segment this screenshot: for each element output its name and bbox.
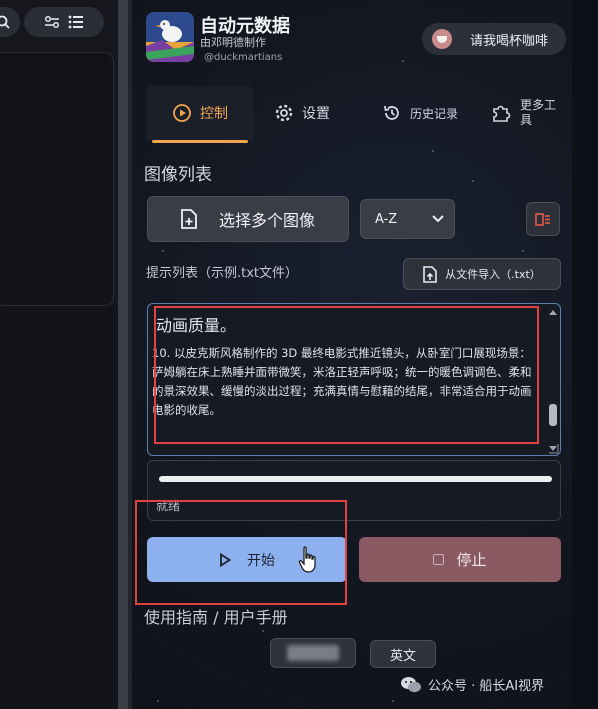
file-add-icon bbox=[181, 209, 197, 229]
prompt-heading-text: 动画质量。 bbox=[156, 316, 237, 335]
stop-button[interactable]: 停止 bbox=[359, 537, 561, 582]
search-button[interactable] bbox=[0, 7, 20, 37]
tab-control[interactable]: 控制 bbox=[146, 86, 254, 143]
gear-icon bbox=[275, 104, 293, 122]
duck-logo-icon bbox=[146, 12, 194, 62]
active-tab-indicator bbox=[152, 140, 248, 143]
filter-icon[interactable] bbox=[44, 15, 60, 29]
page-scrollbar[interactable] bbox=[572, 0, 598, 709]
tab-settings[interactable]: 设置 bbox=[266, 86, 366, 140]
tab-more-tools-label: 更多工具 bbox=[520, 98, 557, 127]
trash-list-icon bbox=[535, 213, 550, 226]
left-lower-area bbox=[0, 306, 118, 709]
sort-order-value: A-Z bbox=[375, 211, 398, 227]
prompt-scrollbar[interactable] bbox=[548, 308, 558, 453]
sort-order-select[interactable]: A-Z bbox=[360, 199, 455, 239]
watermark-text: 公众号 · 船长AI视界 bbox=[428, 679, 545, 694]
watermark: 公众号 · 船长AI视界 bbox=[400, 675, 544, 694]
list-icon[interactable] bbox=[68, 15, 84, 29]
resize-grip-icon[interactable] bbox=[549, 444, 559, 454]
tab-settings-label: 设置 bbox=[302, 106, 330, 122]
buy-coffee-button[interactable]: 请我喝杯咖啡 bbox=[422, 23, 566, 55]
image-list-title: 图像列表 bbox=[144, 165, 212, 185]
tab-more-tools[interactable]: 更多工具 bbox=[490, 86, 570, 140]
scroll-up-icon[interactable] bbox=[549, 310, 557, 315]
left-tools-group bbox=[24, 7, 104, 37]
app-logo bbox=[146, 12, 194, 62]
file-upload-icon bbox=[423, 265, 437, 283]
clear-images-button[interactable] bbox=[526, 202, 560, 236]
wechat-icon bbox=[401, 676, 421, 692]
import-from-file-button[interactable]: 从文件导入（.txt） bbox=[403, 258, 561, 290]
choose-images-label: 选择多个图像 bbox=[218, 211, 315, 230]
puzzle-icon bbox=[493, 105, 511, 122]
choose-images-button[interactable]: 选择多个图像 bbox=[147, 196, 349, 242]
left-pane bbox=[0, 0, 118, 709]
english-guide-label: 英文 bbox=[389, 648, 416, 664]
app-header: 自动元数据 由邓明德制作 @duckmartians 请我喝杯咖啡 bbox=[146, 8, 576, 68]
chevron-down-icon bbox=[432, 215, 444, 223]
chinese-guide-button[interactable] bbox=[270, 638, 356, 668]
english-guide-button[interactable]: 英文 bbox=[370, 640, 436, 668]
progress-bar bbox=[159, 476, 552, 482]
start-label: 开始 bbox=[247, 552, 275, 569]
prompt-scroll-thumb[interactable] bbox=[549, 404, 557, 426]
tab-bar: 控制 设置 历史记录 更多工具 bbox=[146, 86, 566, 144]
left-toolbar bbox=[0, 0, 118, 48]
prompt-textarea[interactable]: 动画质量。 10. 以皮克斯风格制作的 3D 最终电影式推近镜头，从卧室门口展现… bbox=[147, 303, 561, 456]
blurred-label bbox=[287, 645, 339, 661]
pane-splitter[interactable] bbox=[118, 0, 128, 709]
prompt-list-label: 提示列表（示例.txt文件） bbox=[146, 266, 299, 281]
play-icon bbox=[220, 552, 231, 567]
play-circle-icon bbox=[173, 104, 191, 122]
buy-coffee-label: 请我喝杯咖啡 bbox=[470, 33, 549, 49]
prompt-body-text: 10. 以皮克斯风格制作的 3D 最终电影式推近镜头，从卧室门口展现场景：萨姆躺… bbox=[152, 346, 532, 417]
hand-cursor-icon bbox=[298, 546, 316, 573]
stop-label: 停止 bbox=[456, 551, 487, 569]
progress-status: 就绪 bbox=[156, 499, 181, 513]
left-card bbox=[0, 52, 114, 306]
tab-control-label: 控制 bbox=[200, 106, 228, 122]
import-from-file-label: 从文件导入（.txt） bbox=[445, 268, 541, 281]
tab-history-label: 历史记录 bbox=[410, 106, 459, 121]
history-icon bbox=[384, 105, 399, 120]
coffee-icon bbox=[432, 29, 452, 49]
tab-history[interactable]: 历史记录 bbox=[382, 86, 492, 140]
progress-panel: 就绪 bbox=[147, 460, 561, 521]
progress-fill bbox=[159, 476, 552, 482]
app-subtitle: 由邓明德制作 bbox=[200, 36, 266, 49]
app-handle: @duckmartians bbox=[204, 52, 283, 63]
user-guide-title: 使用指南 / 用户手册 bbox=[144, 608, 288, 627]
stop-icon bbox=[433, 554, 445, 565]
search-icon bbox=[0, 15, 10, 29]
